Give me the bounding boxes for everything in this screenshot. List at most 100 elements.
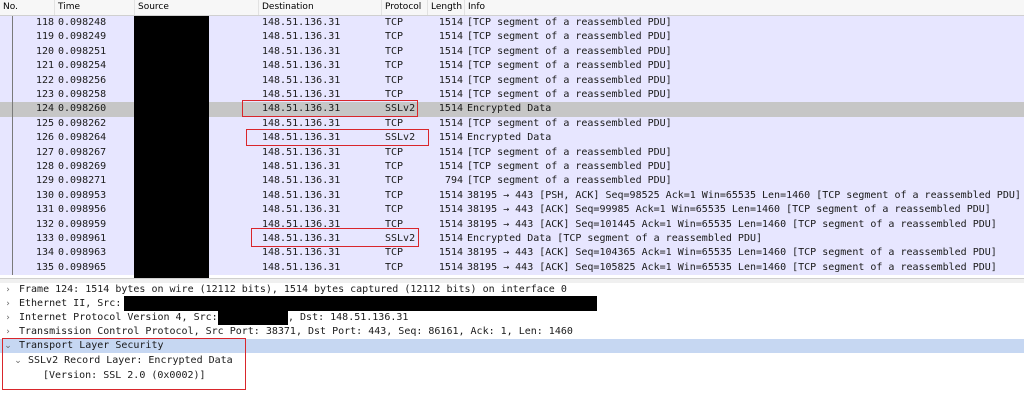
packet-destination: 148.51.136.31 [262, 31, 341, 43]
packet-protocol: TCP [385, 146, 404, 158]
packet-length: 1514 [438, 161, 463, 172]
packet-info: [TCP segment of a reassembled PDU] [467, 175, 672, 187]
packet-number: 118 [35, 17, 54, 28]
column-header-source[interactable]: Source [135, 0, 259, 15]
packet-number: 122 [35, 74, 54, 86]
packet-number: 129 [35, 175, 54, 187]
column-header-time[interactable]: Time [55, 0, 135, 15]
detail-tcp-text: Transmission Control Protocol, Src Port:… [19, 326, 573, 337]
packet-time: 0.098254 [58, 60, 107, 72]
packet-length: 1514 [438, 45, 463, 57]
packet-length: 1514 [438, 60, 463, 72]
packet-protocol: TCP [385, 189, 404, 201]
packet-destination: 148.51.136.31 [262, 17, 341, 28]
highlight-box-packet-126 [246, 129, 429, 146]
detail-row-frame[interactable]: › Frame 124: 1514 bytes on wire (12112 b… [0, 283, 1024, 297]
redacted-ethernet-info [124, 296, 597, 311]
packet-number: 123 [35, 89, 54, 100]
packet-info: 38195 → 443 [ACK] Seq=105825 Ack=1 Win=6… [467, 261, 997, 273]
chevron-right-icon[interactable]: › [2, 297, 14, 311]
chevron-right-icon[interactable]: › [2, 311, 14, 325]
packet-info: [TCP segment of a reassembled PDU] [467, 17, 672, 28]
packet-info: Encrypted Data [467, 132, 552, 144]
column-header-info[interactable]: Info [465, 0, 1024, 15]
packet-destination: 148.51.136.31 [262, 175, 341, 187]
packet-time: 0.098264 [58, 132, 107, 144]
packet-protocol: TCP [385, 45, 404, 57]
packet-length: 1514 [438, 146, 463, 158]
packet-length: 1514 [438, 31, 463, 43]
packet-time: 0.098251 [58, 45, 107, 57]
packet-protocol: TCP [385, 261, 404, 273]
packet-protocol: TCP [385, 31, 404, 43]
packet-info: Encrypted Data [TCP segment of a reassem… [467, 233, 763, 244]
packet-number: 135 [35, 261, 54, 273]
packet-info: [TCP segment of a reassembled PDU] [467, 117, 672, 129]
packet-destination: 148.51.136.31 [262, 161, 341, 172]
packet-time: 0.098260 [58, 103, 107, 115]
column-header-length[interactable]: Length [428, 0, 465, 15]
packet-number: 120 [35, 45, 54, 57]
packet-protocol: TCP [385, 74, 404, 86]
packet-info: [TCP segment of a reassembled PDU] [467, 31, 672, 43]
packet-info: [TCP segment of a reassembled PDU] [467, 74, 672, 86]
highlight-box-tls-details [2, 338, 246, 390]
detail-frame-text: Frame 124: 1514 bytes on wire (12112 bit… [19, 284, 567, 295]
packet-destination: 148.51.136.31 [262, 204, 341, 216]
packet-info: [TCP segment of a reassembled PDU] [467, 146, 672, 158]
packet-number: 121 [35, 60, 54, 72]
packet-length: 1514 [438, 89, 463, 100]
packet-list-header: No. Time Source Destination Protocol Len… [0, 0, 1024, 16]
packet-destination: 148.51.136.31 [262, 247, 341, 259]
packet-time: 0.098269 [58, 161, 107, 172]
detail-row-tcp[interactable]: › Transmission Control Protocol, Src Por… [0, 325, 1024, 339]
packet-number: 133 [35, 233, 54, 244]
packet-time: 0.098963 [58, 247, 107, 259]
column-header-destination[interactable]: Destination [259, 0, 382, 15]
packet-destination: 148.51.136.31 [262, 60, 341, 72]
packet-info: [TCP segment of a reassembled PDU] [467, 45, 672, 57]
packet-destination: 148.51.136.31 [262, 261, 341, 273]
detail-ethernet-text: Ethernet II, Src: [19, 298, 122, 309]
packet-length: 1514 [438, 74, 463, 86]
packet-time: 0.098271 [58, 175, 107, 187]
packet-number: 130 [35, 189, 54, 201]
packet-time: 0.098956 [58, 204, 107, 216]
packet-time: 0.098965 [58, 261, 107, 273]
detail-ip-text: Internet Protocol Version 4, Src: [19, 312, 218, 323]
packet-number: 127 [35, 146, 54, 158]
detail-ip-dst-text: , Dst: 148.51.136.31 [288, 312, 409, 323]
column-header-no[interactable]: No. [0, 0, 55, 15]
packet-length: 1514 [438, 218, 463, 230]
packet-length: 1514 [438, 247, 463, 259]
packet-time: 0.098262 [58, 117, 107, 129]
packet-time: 0.098256 [58, 74, 107, 86]
packet-length: 1514 [438, 261, 463, 273]
packet-time: 0.098249 [58, 31, 107, 43]
highlight-box-packet-124 [242, 100, 418, 117]
packet-length: 794 [444, 175, 463, 187]
packet-length: 1514 [438, 117, 463, 129]
packet-info: [TCP segment of a reassembled PDU] [467, 161, 672, 172]
packet-time: 0.098248 [58, 17, 107, 28]
packet-info: 38195 → 443 [ACK] Seq=99985 Ack=1 Win=65… [467, 204, 991, 216]
packet-time: 0.098961 [58, 233, 107, 244]
chevron-right-icon[interactable]: › [2, 283, 14, 297]
packet-destination: 148.51.136.31 [262, 146, 341, 158]
packet-length: 1514 [438, 204, 463, 216]
column-header-protocol[interactable]: Protocol [382, 0, 428, 15]
packet-time: 0.098959 [58, 218, 107, 230]
packet-number: 119 [35, 31, 54, 43]
packet-number: 131 [35, 204, 54, 216]
detail-row-ip[interactable]: › Internet Protocol Version 4, Src: , Ds… [0, 311, 1024, 325]
chevron-right-icon[interactable]: › [2, 325, 14, 339]
packet-protocol: TCP [385, 60, 404, 72]
packet-info: 38195 → 443 [ACK] Seq=101445 Ack=1 Win=6… [467, 218, 997, 230]
packet-protocol: TCP [385, 204, 404, 216]
packet-protocol: TCP [385, 175, 404, 187]
packet-info: [TCP segment of a reassembled PDU] [467, 89, 672, 100]
packet-number: 124 [35, 103, 54, 115]
packet-protocol: TCP [385, 17, 404, 28]
packet-destination: 148.51.136.31 [262, 45, 341, 57]
packet-number: 132 [35, 218, 54, 230]
